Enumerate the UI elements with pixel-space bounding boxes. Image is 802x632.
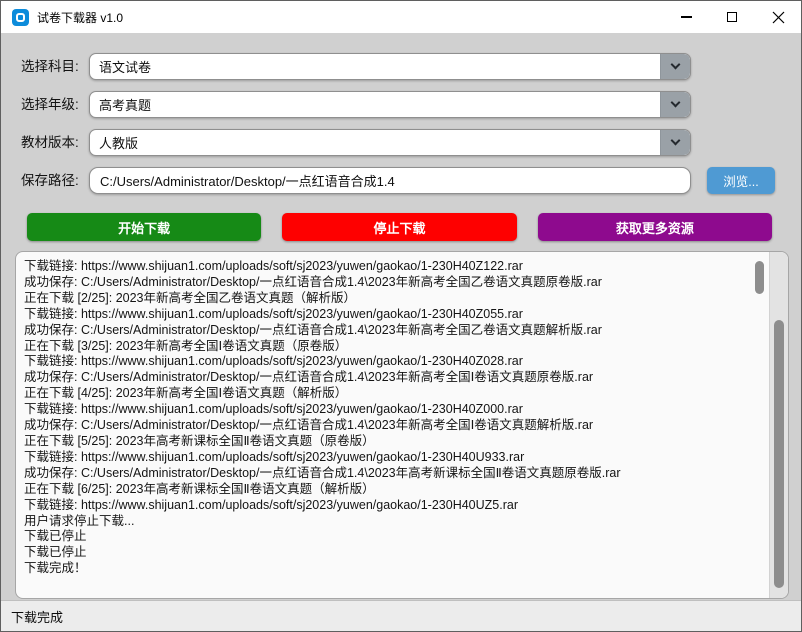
subject-label: 选择科目: bbox=[21, 53, 79, 80]
app-logo-ring bbox=[16, 13, 25, 22]
log-line: 用户请求停止下载... bbox=[24, 514, 758, 530]
titlebar: 试卷下载器 v1.0 bbox=[1, 1, 801, 33]
grade-row: 选择年级: 高考真题 bbox=[1, 91, 801, 118]
grade-value: 高考真题 bbox=[90, 95, 660, 114]
edition-row: 教材版本: 人教版 bbox=[1, 129, 801, 156]
log-line: 正在下载 [4/25]: 2023年新高考全国Ⅰ卷语文真题（解析版） bbox=[24, 386, 758, 402]
chevron-down-icon bbox=[671, 98, 681, 108]
app-logo-icon bbox=[12, 9, 29, 26]
edition-value: 人教版 bbox=[90, 133, 660, 152]
log-line: 下载链接: https://www.shijuan1.com/uploads/s… bbox=[24, 498, 758, 514]
log-line: 下载链接: https://www.shijuan1.com/uploads/s… bbox=[24, 450, 758, 466]
subject-dropdown-button[interactable] bbox=[660, 54, 690, 79]
maximize-button[interactable] bbox=[709, 1, 755, 33]
download-log[interactable]: 下载链接: https://www.shijuan1.com/uploads/s… bbox=[15, 251, 789, 599]
log-line: 正在下载 [5/25]: 2023年高考新课标全国Ⅱ卷语文真题（原卷版） bbox=[24, 434, 758, 450]
app-window: 试卷下载器 v1.0 选择科目: 语文试卷 选 bbox=[0, 0, 802, 632]
chevron-down-icon bbox=[671, 136, 681, 146]
edition-label: 教材版本: bbox=[21, 129, 79, 156]
minimize-button[interactable] bbox=[663, 1, 709, 33]
minimize-icon bbox=[681, 16, 692, 17]
save-path-row: 保存路径: 浏览... bbox=[1, 167, 801, 194]
log-scrollbar-track[interactable] bbox=[769, 252, 788, 598]
maximize-icon bbox=[727, 12, 737, 22]
log-line: 下载链接: https://www.shijuan1.com/uploads/s… bbox=[24, 354, 758, 370]
start-download-button[interactable]: 开始下载 bbox=[27, 213, 261, 241]
log-line: 正在下载 [6/25]: 2023年高考新课标全国Ⅱ卷语文真题（解析版） bbox=[24, 482, 758, 498]
log-line: 正在下载 [2/25]: 2023年新高考全国乙卷语文真题（解析版） bbox=[24, 291, 758, 307]
log-line: 下载链接: https://www.shijuan1.com/uploads/s… bbox=[24, 307, 758, 323]
status-text: 下载完成 bbox=[11, 607, 63, 626]
subject-value: 语文试卷 bbox=[90, 57, 660, 76]
action-button-row: 开始下载 停止下载 获取更多资源 bbox=[27, 213, 772, 241]
close-icon bbox=[772, 11, 785, 24]
log-line: 成功保存: C:/Users/Administrator/Desktop/一点红… bbox=[24, 323, 758, 339]
close-button[interactable] bbox=[755, 1, 801, 33]
stop-download-button[interactable]: 停止下载 bbox=[282, 213, 516, 241]
log-line: 成功保存: C:/Users/Administrator/Desktop/一点红… bbox=[24, 275, 758, 291]
browse-button[interactable]: 浏览... bbox=[707, 167, 775, 194]
edition-select[interactable]: 人教版 bbox=[89, 129, 691, 156]
log-line: 成功保存: C:/Users/Administrator/Desktop/一点红… bbox=[24, 466, 758, 482]
log-line: 下载已停止 bbox=[24, 545, 758, 561]
grade-dropdown-button[interactable] bbox=[660, 92, 690, 117]
log-line: 下载链接: https://www.shijuan1.com/uploads/s… bbox=[24, 402, 758, 418]
log-line: 下载链接: https://www.shijuan1.com/uploads/s… bbox=[24, 259, 758, 275]
window-title: 试卷下载器 v1.0 bbox=[37, 9, 123, 26]
log-line: 正在下载 [3/25]: 2023年新高考全国Ⅰ卷语文真题（原卷版） bbox=[24, 339, 758, 355]
window-controls bbox=[663, 1, 801, 33]
grade-label: 选择年级: bbox=[21, 91, 79, 118]
log-lines: 下载链接: https://www.shijuan1.com/uploads/s… bbox=[24, 259, 758, 592]
save-path-input[interactable] bbox=[89, 167, 691, 194]
statusbar: 下载完成 bbox=[1, 600, 801, 631]
grade-select[interactable]: 高考真题 bbox=[89, 91, 691, 118]
save-path-label: 保存路径: bbox=[21, 167, 79, 194]
edition-dropdown-button[interactable] bbox=[660, 130, 690, 155]
log-line: 下载已停止 bbox=[24, 529, 758, 545]
log-line: 成功保存: C:/Users/Administrator/Desktop/一点红… bbox=[24, 370, 758, 386]
subject-select[interactable]: 语文试卷 bbox=[89, 53, 691, 80]
log-inner-scrollbar-thumb[interactable] bbox=[755, 261, 764, 294]
log-line: 下载完成！ bbox=[24, 561, 758, 577]
log-scrollbar-thumb[interactable] bbox=[774, 320, 784, 588]
get-more-resources-button[interactable]: 获取更多资源 bbox=[538, 213, 772, 241]
chevron-down-icon bbox=[671, 60, 681, 70]
log-line: 成功保存: C:/Users/Administrator/Desktop/一点红… bbox=[24, 418, 758, 434]
subject-row: 选择科目: 语文试卷 bbox=[1, 53, 801, 80]
